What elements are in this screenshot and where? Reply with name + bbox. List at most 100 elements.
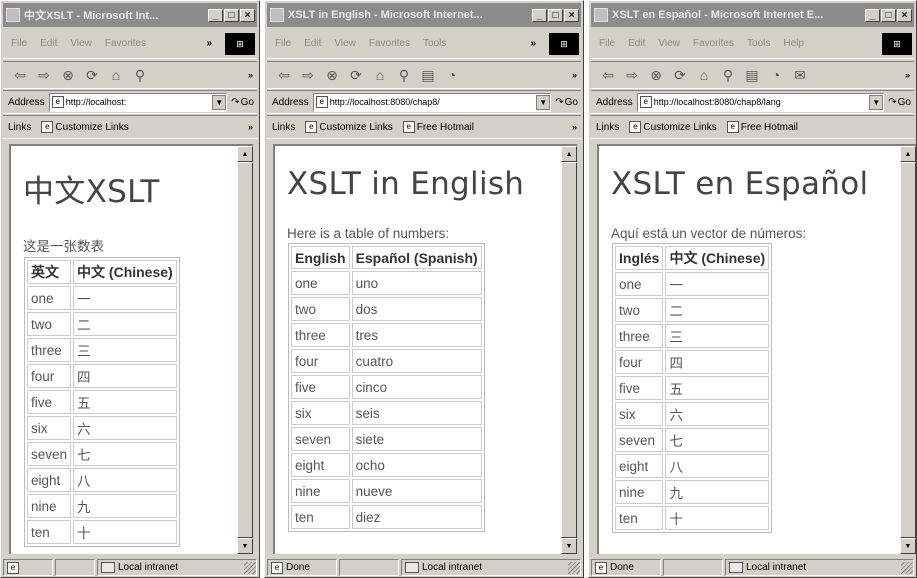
close-button[interactable]: × bbox=[564, 8, 579, 22]
minimize-button[interactable]: _ bbox=[208, 8, 223, 22]
link-free-hotmail[interactable]: e Free Hotmail bbox=[402, 121, 474, 133]
back-icon[interactable]: ⇦ bbox=[275, 66, 293, 84]
status-bar: e Done Local intranet bbox=[267, 558, 581, 577]
title-bar[interactable]: XSLT in English - Microsoft Internet... … bbox=[267, 3, 581, 27]
back-icon[interactable]: ⇦ bbox=[11, 66, 29, 84]
table-cell: 五 bbox=[73, 390, 177, 414]
history-icon[interactable]: ◔ bbox=[767, 66, 785, 84]
link-customize-links[interactable]: e Customize Links bbox=[305, 121, 393, 133]
address-input[interactable]: e http://localhost:8080/chap8/lang ▼ bbox=[636, 92, 885, 112]
favorites-icon[interactable]: ▤ bbox=[743, 66, 761, 84]
table-cell: three bbox=[615, 324, 664, 348]
menu-tools[interactable]: Tools bbox=[747, 38, 770, 49]
refresh-icon[interactable]: ⟳ bbox=[347, 66, 365, 84]
title-bar[interactable]: XSLT en Español - Microsoft Internet E..… bbox=[591, 3, 914, 27]
address-dropdown-icon[interactable]: ▼ bbox=[212, 94, 227, 110]
close-button[interactable]: × bbox=[897, 8, 912, 22]
forward-icon[interactable]: ⇨ bbox=[299, 66, 317, 84]
scroll-up-icon[interactable]: ▲ bbox=[561, 146, 577, 162]
table-cell: 二 bbox=[73, 312, 177, 336]
menu-help[interactable]: Help bbox=[783, 38, 804, 49]
home-icon[interactable]: ⌂ bbox=[695, 66, 713, 84]
refresh-icon[interactable]: ⟳ bbox=[671, 66, 689, 84]
link-customize-links[interactable]: e Customize Links bbox=[629, 121, 717, 133]
scroll-thumb[interactable] bbox=[237, 162, 253, 538]
refresh-icon[interactable]: ⟳ bbox=[83, 66, 101, 84]
search-icon[interactable]: ⚲ bbox=[719, 66, 737, 84]
table-row: five 五 bbox=[27, 390, 177, 414]
vertical-scrollbar[interactable]: ▲ ▼ bbox=[900, 146, 916, 554]
search-icon[interactable]: ⚲ bbox=[395, 66, 413, 84]
scroll-thumb[interactable] bbox=[900, 162, 916, 538]
forward-icon[interactable]: ⇨ bbox=[35, 66, 53, 84]
home-icon[interactable]: ⌂ bbox=[371, 66, 389, 84]
menu-edit[interactable]: Edit bbox=[304, 38, 321, 49]
close-button[interactable]: × bbox=[240, 8, 255, 22]
home-icon[interactable]: ⌂ bbox=[107, 66, 125, 84]
address-input[interactable]: e http://localhost:8080/chap8/ ▼ bbox=[312, 92, 552, 112]
title-bar[interactable]: 中文XSLT - Microsoft Int... _ □ × bbox=[3, 3, 257, 27]
search-icon[interactable]: ⚲ bbox=[131, 66, 149, 84]
link-free-hotmail[interactable]: e Free Hotmail bbox=[726, 121, 798, 133]
resize-grip-icon[interactable] bbox=[244, 561, 256, 574]
menu-view[interactable]: View bbox=[70, 38, 92, 49]
address-input[interactable]: e http://localhost: ▼ bbox=[48, 92, 228, 112]
menu-favorites[interactable]: Favorites bbox=[693, 38, 734, 49]
stop-icon[interactable]: ⊗ bbox=[59, 66, 77, 84]
minimize-button[interactable]: _ bbox=[865, 8, 880, 22]
scroll-down-icon[interactable]: ▼ bbox=[900, 538, 916, 554]
menu-view[interactable]: View bbox=[658, 38, 680, 49]
favorites-icon[interactable]: ▤ bbox=[419, 66, 437, 84]
standard-toolbar: ⇦ ⇨ ⊗ ⟳ ⌂ ⚲ » bbox=[3, 61, 257, 89]
vertical-scrollbar[interactable]: ▲ ▼ bbox=[561, 146, 577, 554]
back-icon[interactable]: ⇦ bbox=[599, 66, 617, 84]
go-button[interactable]: ↷ Go bbox=[888, 97, 911, 108]
table-cell: 二 bbox=[665, 298, 770, 322]
stop-icon[interactable]: ⊗ bbox=[323, 66, 341, 84]
menu-file[interactable]: File bbox=[599, 38, 615, 49]
go-button[interactable]: ↷ Go bbox=[555, 97, 578, 108]
minimize-button[interactable]: _ bbox=[532, 8, 547, 22]
scroll-up-icon[interactable]: ▲ bbox=[237, 146, 253, 162]
menu-file[interactable]: File bbox=[11, 38, 27, 49]
table-cell: one bbox=[291, 271, 350, 295]
address-dropdown-icon[interactable]: ▼ bbox=[536, 94, 551, 110]
maximize-button[interactable]: □ bbox=[224, 8, 239, 22]
resize-grip-icon[interactable] bbox=[568, 561, 580, 574]
mail-icon[interactable]: ✉ bbox=[791, 66, 809, 84]
scroll-thumb[interactable] bbox=[561, 162, 577, 538]
toolbar-overflow-icon[interactable]: » bbox=[248, 70, 253, 80]
menu-overflow-icon[interactable]: » bbox=[206, 38, 212, 49]
scroll-down-icon[interactable]: ▼ bbox=[237, 538, 253, 554]
resize-grip-icon[interactable] bbox=[901, 561, 913, 574]
menu-edit[interactable]: Edit bbox=[628, 38, 645, 49]
address-dropdown-icon[interactable]: ▼ bbox=[869, 94, 884, 110]
table-row: four 四 bbox=[27, 364, 177, 388]
scroll-down-icon[interactable]: ▼ bbox=[561, 538, 577, 554]
links-overflow-icon[interactable]: » bbox=[572, 122, 577, 132]
go-button[interactable]: ↷ Go bbox=[231, 97, 254, 108]
vertical-scrollbar[interactable]: ▲ ▼ bbox=[237, 146, 253, 554]
menu-view[interactable]: View bbox=[334, 38, 356, 49]
menu-tools[interactable]: Tools bbox=[423, 38, 446, 49]
history-icon[interactable]: ◔ bbox=[443, 66, 461, 84]
forward-icon[interactable]: ⇨ bbox=[623, 66, 641, 84]
table-row: eight 八 bbox=[27, 468, 177, 492]
menu-overflow-icon[interactable]: » bbox=[530, 38, 536, 49]
table-cell: ocho bbox=[351, 453, 482, 477]
page-heading: XSLT en Español bbox=[611, 166, 869, 202]
toolbar-overflow-icon[interactable]: » bbox=[572, 70, 577, 80]
table-cell: 六 bbox=[73, 416, 177, 440]
links-overflow-icon[interactable]: » bbox=[248, 122, 253, 132]
menu-favorites[interactable]: Favorites bbox=[369, 38, 410, 49]
scroll-up-icon[interactable]: ▲ bbox=[900, 146, 916, 162]
menu-favorites[interactable]: Favorites bbox=[105, 38, 146, 49]
maximize-button[interactable]: □ bbox=[881, 8, 896, 22]
menu-edit[interactable]: Edit bbox=[40, 38, 57, 49]
numbers-table: Inglés 中文 (Chinese) one 一 two 二 three 三 fou… bbox=[612, 243, 773, 533]
menu-file[interactable]: File bbox=[275, 38, 291, 49]
maximize-button[interactable]: □ bbox=[548, 8, 563, 22]
link-customize-links[interactable]: e Customize Links bbox=[41, 121, 129, 133]
stop-icon[interactable]: ⊗ bbox=[647, 66, 665, 84]
toolbar-overflow-icon[interactable]: » bbox=[905, 70, 910, 80]
